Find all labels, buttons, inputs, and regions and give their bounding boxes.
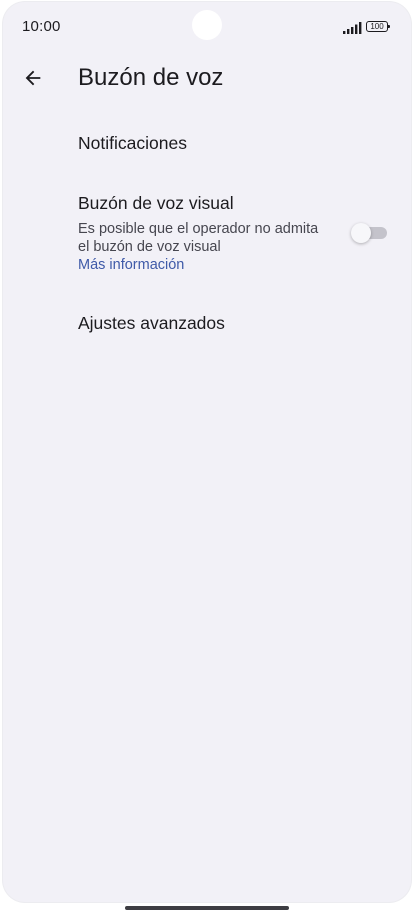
notifications-label: Notificaciones	[78, 133, 187, 153]
status-time: 10:00	[22, 18, 61, 35]
visual-voicemail-item[interactable]: Buzón de voz visual Es posible que el op…	[78, 192, 378, 274]
gesture-navigation-bar[interactable]	[125, 906, 289, 910]
battery-icon: 100	[366, 21, 390, 32]
signal-bars-icon	[343, 22, 362, 34]
visual-voicemail-description: Es posible que el operador no admita el …	[78, 221, 319, 255]
advanced-settings-item[interactable]: Ajustes avanzados	[78, 312, 225, 334]
back-button[interactable]	[19, 64, 47, 92]
notifications-item[interactable]: Notificaciones	[78, 132, 187, 154]
phone-frame: 10:00 100 Buzón de voz Notificaciones Bu…	[0, 0, 414, 916]
toggle-thumb	[351, 223, 371, 243]
arrow-back-icon	[25, 70, 41, 86]
screen: 10:00 100 Buzón de voz Notificaciones Bu…	[3, 2, 411, 902]
more-info-link[interactable]: Más información	[78, 256, 378, 274]
visual-voicemail-label: Buzón de voz visual	[78, 193, 234, 213]
camera-cutout	[192, 10, 222, 40]
visual-voicemail-toggle[interactable]	[351, 223, 387, 243]
advanced-settings-label: Ajustes avanzados	[78, 313, 225, 333]
page-title: Buzón de voz	[78, 64, 224, 91]
